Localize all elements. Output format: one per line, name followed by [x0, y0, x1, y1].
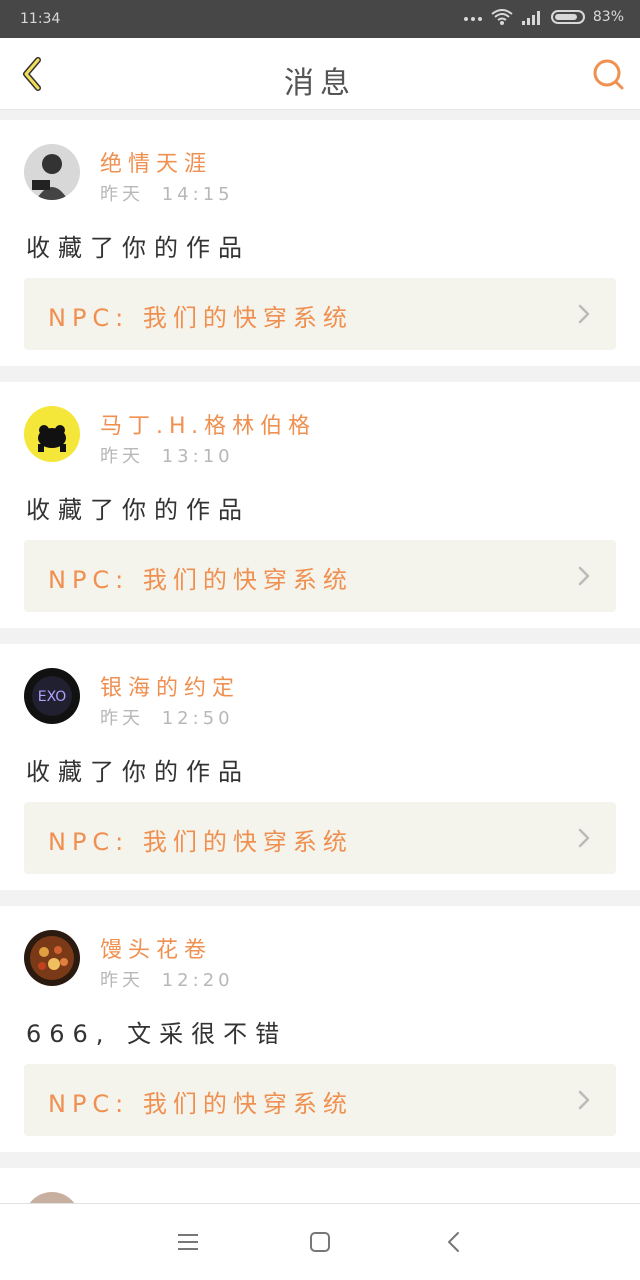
- timestamp: 昨天 12:50: [100, 704, 242, 730]
- app-bar: 消息: [0, 38, 640, 110]
- chevron-right-icon: [578, 566, 590, 586]
- avatar[interactable]: EXO: [24, 668, 80, 724]
- message-card: 馒头花卷 昨天 12:20 666, 文采很不错 NPC: 我们的快穿系统: [0, 906, 640, 1152]
- time-value: 12:20: [161, 970, 234, 991]
- message-text: 收藏了你的作品: [26, 758, 250, 786]
- time-day: 昨天: [100, 708, 144, 729]
- work-title: NPC: 我们的快穿系统: [48, 566, 353, 594]
- work-title: NPC: 我们的快穿系统: [48, 304, 353, 332]
- timestamp: 昨天 12:20: [100, 966, 242, 992]
- avatar[interactable]: [24, 406, 80, 462]
- more-dots-icon: [463, 17, 482, 21]
- message-card: EXO 银海的约定 昨天 12:50 收藏了你的作品 NPC: 我们的快穿系统: [0, 644, 640, 890]
- message-text: 666, 文采很不错: [26, 1020, 288, 1048]
- menu-icon[interactable]: [174, 1228, 202, 1256]
- page-title: 消息: [284, 66, 356, 101]
- message-list: 绝情天涯 昨天 14:15 收藏了你的作品 NPC: 我们的快穿系统 马丁.H.…: [0, 120, 640, 1248]
- work-link[interactable]: NPC: 我们的快穿系统: [24, 1064, 616, 1136]
- chevron-right-icon: [578, 304, 590, 324]
- status-icons: 83%: [463, 9, 624, 25]
- time-day: 昨天: [100, 446, 144, 467]
- message-card: 绝情天涯 昨天 14:15 收藏了你的作品 NPC: 我们的快穿系统: [0, 120, 640, 366]
- chevron-right-icon: [578, 828, 590, 848]
- time-day: 昨天: [100, 184, 144, 205]
- work-link[interactable]: NPC: 我们的快穿系统: [24, 802, 616, 874]
- home-square-icon[interactable]: [306, 1228, 334, 1256]
- battery-icon: [550, 10, 585, 24]
- avatar[interactable]: [24, 930, 80, 986]
- timestamp: 昨天 14:15: [100, 180, 242, 206]
- work-link[interactable]: NPC: 我们的快穿系统: [24, 278, 616, 350]
- work-link[interactable]: NPC: 我们的快穿系统: [24, 540, 616, 612]
- work-title: NPC: 我们的快穿系统: [48, 828, 353, 856]
- system-nav-bar: [0, 1203, 640, 1280]
- username[interactable]: 馒头花卷: [100, 932, 212, 964]
- message-text: 收藏了你的作品: [26, 496, 250, 524]
- work-title: NPC: 我们的快穿系统: [48, 1090, 353, 1118]
- battery-percent: 83%: [592, 9, 624, 25]
- signal-icon: [521, 11, 540, 25]
- username[interactable]: 银海的约定: [100, 670, 240, 702]
- time-value: 12:50: [161, 708, 234, 729]
- message-card: 马丁.H.格林伯格 昨天 13:10 收藏了你的作品 NPC: 我们的快穿系统: [0, 382, 640, 628]
- status-bar: 11:34 83%: [0, 0, 640, 38]
- time-value: 13:10: [161, 446, 234, 467]
- search-icon[interactable]: [590, 56, 626, 92]
- timestamp: 昨天 13:10: [100, 442, 242, 468]
- time-day: 昨天: [100, 970, 144, 991]
- time-value: 14:15: [161, 184, 234, 205]
- back-icon[interactable]: [440, 1228, 468, 1256]
- svg-text:EXO: EXO: [38, 689, 67, 705]
- username[interactable]: 绝情天涯: [100, 146, 212, 178]
- avatar[interactable]: [24, 144, 80, 200]
- wifi-icon: [491, 9, 513, 25]
- chevron-right-icon: [578, 1090, 590, 1110]
- username[interactable]: 马丁.H.格林伯格: [100, 408, 316, 440]
- message-text: 收藏了你的作品: [26, 234, 250, 262]
- status-time: 11:34: [20, 11, 61, 27]
